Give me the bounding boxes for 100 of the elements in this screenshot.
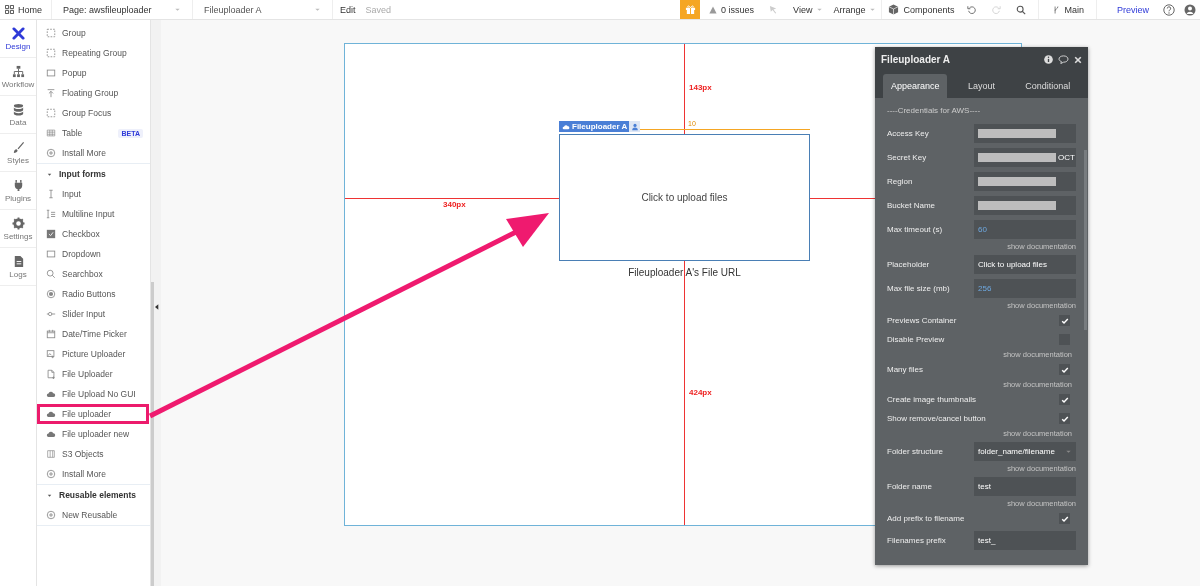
components-button[interactable]: Components — [881, 0, 961, 19]
caret-icon — [869, 6, 877, 13]
nav-tab[interactable]: Data — [0, 96, 36, 134]
check-icon — [1060, 514, 1069, 523]
file-icon — [46, 369, 56, 379]
check-icon — [1060, 414, 1069, 423]
check-icon — [1060, 365, 1069, 374]
palette-item[interactable]: File Upload No GUI — [37, 384, 150, 404]
caret-icon — [314, 6, 321, 13]
palette-item[interactable]: New Reusable — [37, 505, 150, 525]
branch-button[interactable]: Main — [1038, 0, 1096, 19]
palette-item[interactable]: Group Focus — [37, 103, 150, 123]
arrange-menu[interactable]: Arrange — [828, 0, 882, 19]
nav-tab[interactable]: Styles — [0, 134, 36, 172]
plus-circle-icon — [46, 148, 56, 158]
palette-item[interactable]: Install More — [37, 143, 150, 163]
palette-item[interactable]: Install More — [37, 464, 150, 484]
nav-tab[interactable]: Logs — [0, 248, 36, 286]
home-button[interactable]: Home — [0, 0, 47, 19]
palette-item[interactable]: Floating Group — [37, 83, 150, 103]
palette-item[interactable]: Multiline Input — [37, 204, 150, 224]
palette-item[interactable]: Dropdown — [37, 244, 150, 264]
section-label: ----Credentials for AWS---- — [887, 104, 982, 117]
view-menu[interactable]: View — [788, 0, 829, 19]
palette-item[interactable]: S3 Objects — [37, 444, 150, 464]
person-icon[interactable] — [630, 122, 639, 131]
search-icon — [46, 269, 56, 279]
checkbox[interactable] — [1059, 364, 1070, 375]
field-label: Access Key — [887, 128, 930, 138]
distance-label: 340px — [443, 200, 466, 209]
panel-tab[interactable]: Layout — [949, 74, 1014, 98]
palette-item[interactable]: Radio Buttons — [37, 284, 150, 304]
nav-tab[interactable]: Settings — [0, 210, 36, 248]
field-label: Folder name — [887, 481, 933, 491]
section-header[interactable]: Reusable elements — [37, 485, 150, 505]
file-uploader[interactable]: Click to upload files — [559, 134, 810, 261]
save-status: Saved — [364, 3, 393, 17]
preview-link[interactable]: Preview — [1096, 0, 1155, 19]
info-icon[interactable] — [1044, 55, 1053, 64]
dashed-square-icon — [46, 48, 56, 58]
image-icon — [46, 349, 56, 359]
text-field[interactable] — [974, 195, 1076, 215]
panel-tab[interactable]: Conditional — [1015, 74, 1080, 98]
nav-tab[interactable]: Design — [0, 20, 36, 58]
edit-menu[interactable]: Edit — [335, 0, 361, 19]
dropdown[interactable]: folder_name/filename — [974, 441, 1076, 461]
palette-item[interactable]: Date/Time Picker — [37, 324, 150, 344]
gift-icon — [684, 4, 696, 15]
page-dropdown[interactable]: Page: awsfileuploader — [58, 0, 186, 19]
cube-icon — [888, 4, 900, 15]
nav-tab[interactable]: Workflow — [0, 58, 36, 96]
search-icon[interactable] — [1016, 4, 1027, 15]
grid-icon — [46, 128, 56, 138]
palette-item[interactable]: File uploader — [37, 404, 149, 424]
section-header[interactable]: Input forms — [37, 164, 150, 184]
checkbox[interactable] — [1059, 315, 1070, 326]
checkbox[interactable] — [1059, 513, 1070, 524]
issues-button[interactable]: 0 issues — [704, 0, 760, 19]
element-tag[interactable]: Fileuploader A — [559, 121, 631, 132]
field-label: Show remove/cancel button — [887, 414, 986, 423]
plus-circle-icon — [46, 469, 56, 479]
palette-item[interactable]: File uploader new — [37, 424, 150, 444]
palette-item[interactable]: Checkbox — [37, 224, 150, 244]
help-icon[interactable] — [1163, 3, 1175, 16]
text-field[interactable] — [974, 171, 1076, 191]
checkbox-icon — [46, 229, 56, 239]
palette-item[interactable]: Group — [37, 23, 150, 43]
text-field[interactable]: test_ — [974, 530, 1076, 550]
slider-icon — [46, 309, 56, 319]
field-label: Many files — [887, 365, 923, 374]
text-field[interactable]: test — [974, 476, 1076, 496]
panel-tab[interactable]: Appearance — [883, 74, 948, 98]
palette-item[interactable]: Searchbox — [37, 264, 150, 284]
comment-icon[interactable] — [1058, 55, 1069, 64]
text-field[interactable] — [974, 123, 1076, 143]
close-icon[interactable] — [1074, 55, 1082, 64]
palette-item[interactable]: Repeating Group — [37, 43, 150, 63]
avatar-icon[interactable] — [1184, 3, 1196, 16]
checkbox[interactable] — [1059, 394, 1070, 405]
palette-item[interactable]: Input — [37, 184, 150, 204]
checkbox[interactable] — [1059, 413, 1070, 424]
distance-label: 424px — [689, 388, 712, 397]
element-dropdown[interactable]: Fileuploader A — [199, 0, 326, 19]
text-field[interactable]: OCT — [974, 147, 1076, 167]
field-label: Region — [887, 176, 914, 186]
palette-item[interactable]: File Uploader — [37, 364, 150, 384]
field-label: Max file size (mb) — [887, 283, 951, 293]
check-icon — [1060, 316, 1069, 325]
nav-tab[interactable]: Plugins — [0, 172, 36, 210]
branch-icon — [1053, 4, 1061, 15]
field-label: Filenames prefix — [887, 535, 947, 545]
undo-icon[interactable] — [967, 4, 978, 15]
dashed-square-icon — [46, 108, 56, 118]
scrollbar[interactable] — [151, 282, 154, 586]
palette-item[interactable]: Slider Input — [37, 304, 150, 324]
palette-item[interactable]: Picture Uploader — [37, 344, 150, 364]
panel-title: Fileuploader A — [881, 54, 952, 65]
text-field[interactable]: Click to upload files — [974, 254, 1076, 274]
scrollbar[interactable] — [1084, 150, 1087, 330]
palette-item[interactable]: Popup — [37, 63, 150, 83]
